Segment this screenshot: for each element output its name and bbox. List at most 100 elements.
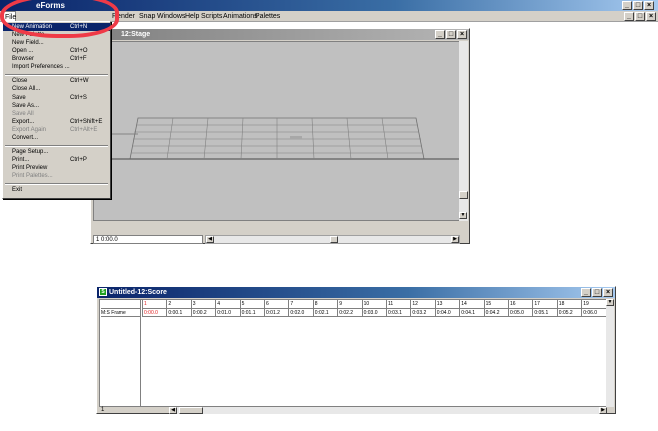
timecode-cell: 0:06.0 bbox=[581, 309, 605, 317]
menu-snap[interactable]: Snap bbox=[139, 11, 155, 22]
scroll-down-icon[interactable]: ▼ bbox=[606, 299, 614, 306]
menu-scripts[interactable]: Scripts bbox=[201, 11, 222, 22]
doc-minimize-icon[interactable]: _ bbox=[624, 12, 634, 21]
menu-separator bbox=[5, 145, 108, 147]
frame-number-cell[interactable]: 11 bbox=[386, 300, 410, 308]
score-title: Untitled-12:Score bbox=[109, 289, 167, 296]
timecode-cell: 0:03.1 bbox=[386, 309, 410, 317]
frame-number-cell[interactable]: 19 bbox=[581, 300, 605, 308]
score-vertical-scrollbar[interactable]: ▲ ▼ bbox=[606, 299, 614, 407]
menu-windows[interactable]: Windows bbox=[157, 11, 185, 22]
score-horizontal-scrollbar[interactable]: ◀ ▶ bbox=[169, 407, 607, 414]
menu-item-import-preferences[interactable]: Import Preferences ... bbox=[3, 63, 110, 71]
stage-title: 12:Stage bbox=[121, 31, 151, 38]
frame-number-cell[interactable]: 4 bbox=[215, 300, 239, 308]
score-window-icon: S bbox=[99, 288, 107, 296]
stage-titlebar[interactable]: 12:Stage _ □ × bbox=[91, 29, 469, 40]
frame-number-cell[interactable]: 9 bbox=[337, 300, 361, 308]
scroll-right-icon[interactable]: ▶ bbox=[599, 407, 607, 414]
timecode-cell: 0:03.0 bbox=[361, 309, 386, 317]
frame-number-cell[interactable]: 10 bbox=[361, 300, 386, 308]
score-hscroll-thumb[interactable] bbox=[179, 407, 203, 414]
menu-item-page-setup[interactable]: Page Setup... bbox=[3, 148, 110, 156]
frame-number-cell[interactable]: 8 bbox=[312, 300, 337, 308]
menu-item-browser[interactable]: Browser Ctrl+F bbox=[3, 55, 110, 63]
menu-animations[interactable]: Animations bbox=[223, 11, 258, 22]
doc-close-icon[interactable]: × bbox=[646, 12, 656, 21]
menu-item-save[interactable]: Save Ctrl+S bbox=[3, 94, 110, 102]
menu-item-save-as[interactable]: Save As... bbox=[3, 102, 110, 110]
timecode-cell: 0:00.2 bbox=[190, 309, 215, 317]
frame-number-cell[interactable]: 2 bbox=[166, 300, 190, 308]
score-close-icon[interactable]: × bbox=[603, 288, 613, 297]
frame-number-cell[interactable]: 1 bbox=[142, 300, 166, 308]
menu-item-new-animation[interactable]: New Animation Ctrl+N bbox=[3, 23, 110, 31]
menu-item-print[interactable]: Print... Ctrl+P bbox=[3, 156, 110, 164]
score-frame-number: 1 bbox=[101, 407, 105, 413]
close-icon[interactable]: × bbox=[644, 1, 654, 10]
score-window: S Untitled-12:Score _ □ × M:S Frame 1234… bbox=[96, 286, 616, 414]
menu-render[interactable]: Render bbox=[112, 11, 135, 22]
stage-minimize-icon[interactable]: _ bbox=[435, 30, 445, 39]
frame-number-cell[interactable]: 18 bbox=[556, 300, 581, 308]
menu-item-close[interactable]: Close Ctrl+W bbox=[3, 77, 110, 85]
menu-item-close-all[interactable]: Close All... bbox=[3, 85, 110, 93]
timecode-cell: 0:02.1 bbox=[312, 309, 337, 317]
stage-status: 1 0:00.0 bbox=[93, 235, 203, 244]
frame-ruler[interactable]: 1 2 3 4 5 6 7 8 9 10 11 12 13 14 15 16 17 18 19 bbox=[142, 300, 606, 308]
menu-item-print-palettes: Print Palettes... bbox=[12, 173, 53, 179]
menu-item-exit[interactable]: Exit bbox=[3, 186, 110, 194]
score-maximize-icon[interactable]: □ bbox=[592, 288, 602, 297]
frame-number-cell[interactable]: 6 bbox=[264, 300, 288, 308]
stage-hscroll-thumb[interactable] bbox=[330, 236, 338, 243]
timecode-cell: 0:01.0 bbox=[215, 309, 239, 317]
stage-vscroll-thumb[interactable] bbox=[459, 191, 468, 199]
menu-item-new-palette[interactable]: New Palette bbox=[3, 31, 110, 39]
menu-item-export[interactable]: Export... Ctrl+Shift+E bbox=[3, 118, 110, 126]
app-title: eForms bbox=[36, 1, 65, 10]
menu-item-export-again: Export Again Ctrl+Alt+E bbox=[12, 127, 98, 133]
ground-grid bbox=[94, 117, 459, 160]
timecode-cell: 0:04.2 bbox=[483, 309, 508, 317]
stage-window-controls: _ □ × bbox=[435, 30, 467, 39]
stage-vertical-scrollbar[interactable]: ▼ bbox=[459, 41, 468, 221]
stage-close-icon[interactable]: × bbox=[457, 30, 467, 39]
frame-number-cell[interactable]: 3 bbox=[190, 300, 215, 308]
scroll-down-icon[interactable]: ▼ bbox=[459, 212, 467, 219]
score-minimize-icon[interactable]: _ bbox=[581, 288, 591, 297]
timecode-cell: 0:05.2 bbox=[556, 309, 581, 317]
menu-separator bbox=[5, 74, 108, 76]
maximize-icon[interactable]: □ bbox=[633, 1, 643, 10]
frame-number-cell[interactable]: 17 bbox=[532, 300, 556, 308]
app-titlebar: eForms _ □ × bbox=[0, 0, 658, 11]
frame-number-cell[interactable]: 15 bbox=[483, 300, 508, 308]
timecode-cell: 0:02.2 bbox=[337, 309, 361, 317]
timecode-cell: 0:01.2 bbox=[264, 309, 288, 317]
frame-number-cell[interactable]: 12 bbox=[410, 300, 434, 308]
menu-item-print-preview[interactable]: Print Preview bbox=[3, 164, 110, 172]
score-titlebar[interactable]: S Untitled-12:Score _ □ × bbox=[97, 287, 615, 298]
file-menu-dropdown: New Animation Ctrl+N New Palette New Fiel… bbox=[2, 21, 111, 199]
doc-restore-icon[interactable]: □ bbox=[635, 12, 645, 21]
stage-horizontal-scrollbar[interactable]: ◀ ▶ bbox=[205, 235, 460, 244]
scroll-left-icon[interactable]: ◀ bbox=[169, 407, 177, 414]
stage-maximize-icon[interactable]: □ bbox=[446, 30, 456, 39]
timecode-cell: 0:02.0 bbox=[288, 309, 312, 317]
menu-palettes[interactable]: Palettes bbox=[255, 11, 280, 22]
scroll-left-icon[interactable]: ◀ bbox=[206, 236, 214, 243]
stage-canvas[interactable] bbox=[93, 41, 460, 221]
menu-help[interactable]: Help bbox=[185, 11, 199, 22]
frame-number-cell[interactable]: 16 bbox=[508, 300, 532, 308]
frame-number-cell[interactable]: 14 bbox=[459, 300, 483, 308]
menu-item-convert[interactable]: Convert... bbox=[3, 134, 110, 142]
menu-item-new-field[interactable]: New Field... bbox=[3, 39, 110, 47]
frame-number-cell[interactable]: 13 bbox=[434, 300, 459, 308]
frame-number-cell[interactable]: 5 bbox=[239, 300, 264, 308]
menu-separator bbox=[5, 183, 108, 185]
scroll-right-icon[interactable]: ▶ bbox=[451, 236, 459, 243]
stage-window: 12:Stage _ □ × ▼ 1 0:00.0 ◀ ▶ bbox=[90, 28, 470, 244]
minimize-icon[interactable]: _ bbox=[622, 1, 632, 10]
timecode-cell: 0:00.0 bbox=[142, 309, 166, 317]
menu-item-open[interactable]: Open ... Ctrl+O bbox=[3, 47, 110, 55]
frame-number-cell[interactable]: 7 bbox=[288, 300, 312, 308]
